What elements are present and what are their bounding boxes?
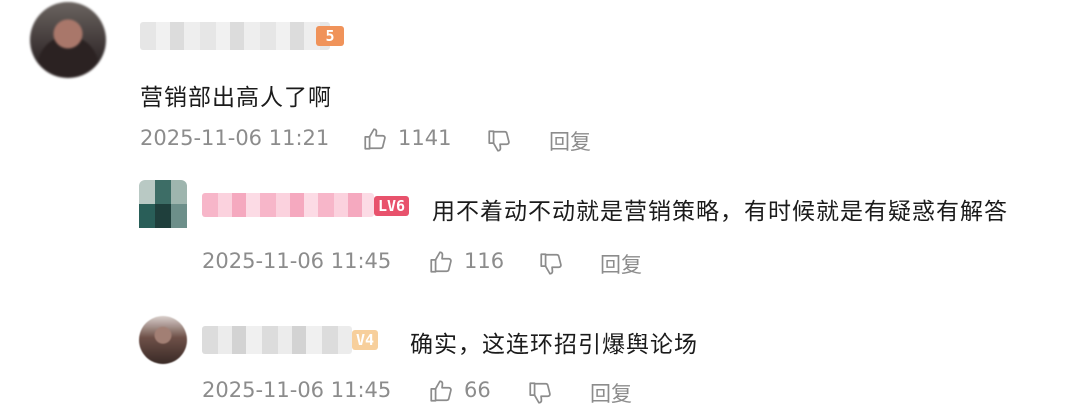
like-count: 116 [464, 249, 505, 273]
level-badge: 5 [316, 26, 344, 46]
thumbs-up-icon[interactable] [362, 126, 388, 152]
username-blurred[interactable] [140, 22, 330, 50]
reply-button[interactable]: 回复 [590, 378, 632, 408]
reply-text: 用不着动不动就是营销策略，有时候就是有疑惑有解答 [432, 199, 1008, 225]
thumbs-up-icon[interactable] [428, 378, 454, 404]
thumbs-down-icon[interactable] [527, 380, 553, 406]
reply-timestamp: 2025-11-06 11:45 [202, 249, 392, 273]
avatar[interactable] [139, 180, 187, 228]
username-blurred[interactable] [202, 326, 352, 354]
like-count: 66 [464, 378, 491, 402]
reply-button[interactable]: 回复 [549, 126, 591, 156]
reply-button[interactable]: 回复 [600, 249, 642, 279]
level-badge: LV6 [374, 196, 410, 216]
thumbs-down-icon[interactable] [538, 251, 564, 277]
thumbs-up-icon[interactable] [428, 249, 454, 275]
comment-timestamp: 2025-11-06 11:21 [140, 126, 330, 150]
reply-timestamp: 2025-11-06 11:45 [202, 378, 392, 402]
avatar[interactable] [139, 316, 187, 364]
comment-text: 营销部出高人了啊 [140, 85, 332, 111]
like-count: 1141 [398, 126, 452, 150]
thumbs-down-icon[interactable] [486, 128, 512, 154]
level-badge: V4 [352, 330, 379, 350]
reply-text: 确实，这连环招引爆舆论场 [410, 332, 698, 358]
avatar[interactable] [30, 2, 106, 78]
username-blurred[interactable] [202, 193, 374, 217]
